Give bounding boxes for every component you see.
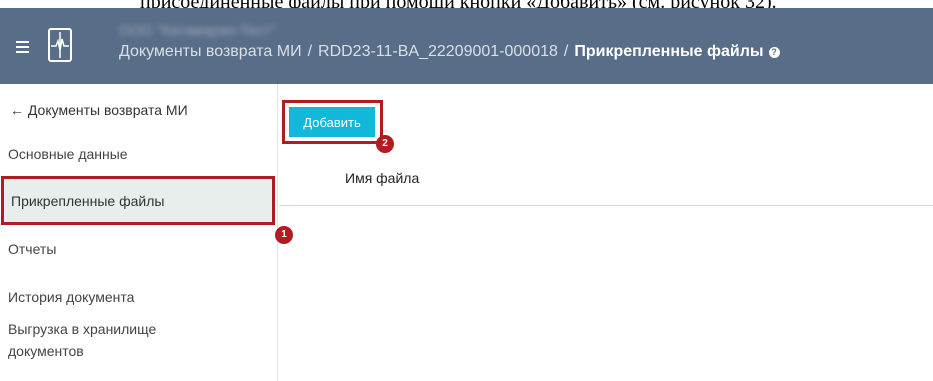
app-logo-icon [48, 28, 72, 62]
organization-name: ООО "Катамаран-Тест" [119, 22, 276, 38]
annotation-badge-2: 2 [376, 135, 394, 153]
add-button-highlight: Добавить [282, 100, 383, 144]
breadcrumb-returns[interactable]: Документы возврата МИ [119, 43, 302, 60]
back-link[interactable]: ← Документы возврата МИ [10, 102, 188, 118]
breadcrumb-separator: / [307, 43, 313, 60]
app-header: ООО "Катамаран-Тест" Документы возврата … [0, 8, 933, 84]
help-icon[interactable]: ? [768, 47, 780, 58]
sidebar-item-attached-files[interactable]: Прикрепленные файлы [1, 176, 275, 225]
breadcrumb: Документы возврата МИ / RDD23-11-BA_222090… [119, 43, 780, 61]
breadcrumb-separator: / [563, 43, 569, 60]
sidebar-item-label: Выгрузка в хранилище [8, 321, 157, 337]
sidebar-item-document-history[interactable]: История документа [8, 289, 134, 305]
files-table-header: Имя файла [279, 152, 933, 206]
sidebar-item-main-data[interactable]: Основные данные [8, 146, 128, 162]
add-button[interactable]: Добавить [289, 107, 375, 137]
breadcrumb-current-page: Прикрепленные файлы [574, 43, 764, 60]
sidebar-item-upload-storage[interactable]: Выгрузка в хранилище документов [8, 318, 156, 362]
sidebar-item-label: документов [8, 343, 84, 359]
sidebar-item-label: Прикрепленные файлы [11, 193, 165, 209]
column-header-file-name[interactable]: Имя файла [345, 170, 419, 186]
hamburger-menu-icon[interactable] [16, 41, 29, 53]
breadcrumb-document-number[interactable]: RDD23-11-BA_22209001-000018 [318, 43, 558, 60]
sidebar-item-reports[interactable]: Отчеты [8, 241, 56, 257]
sidebar: ← Документы возврата МИ Основные данные … [0, 84, 293, 381]
main-content: Имя файла Добавить 2 [279, 84, 933, 381]
document-text-strip: присоединенные файлы при помощи кнопки «… [0, 0, 933, 13]
